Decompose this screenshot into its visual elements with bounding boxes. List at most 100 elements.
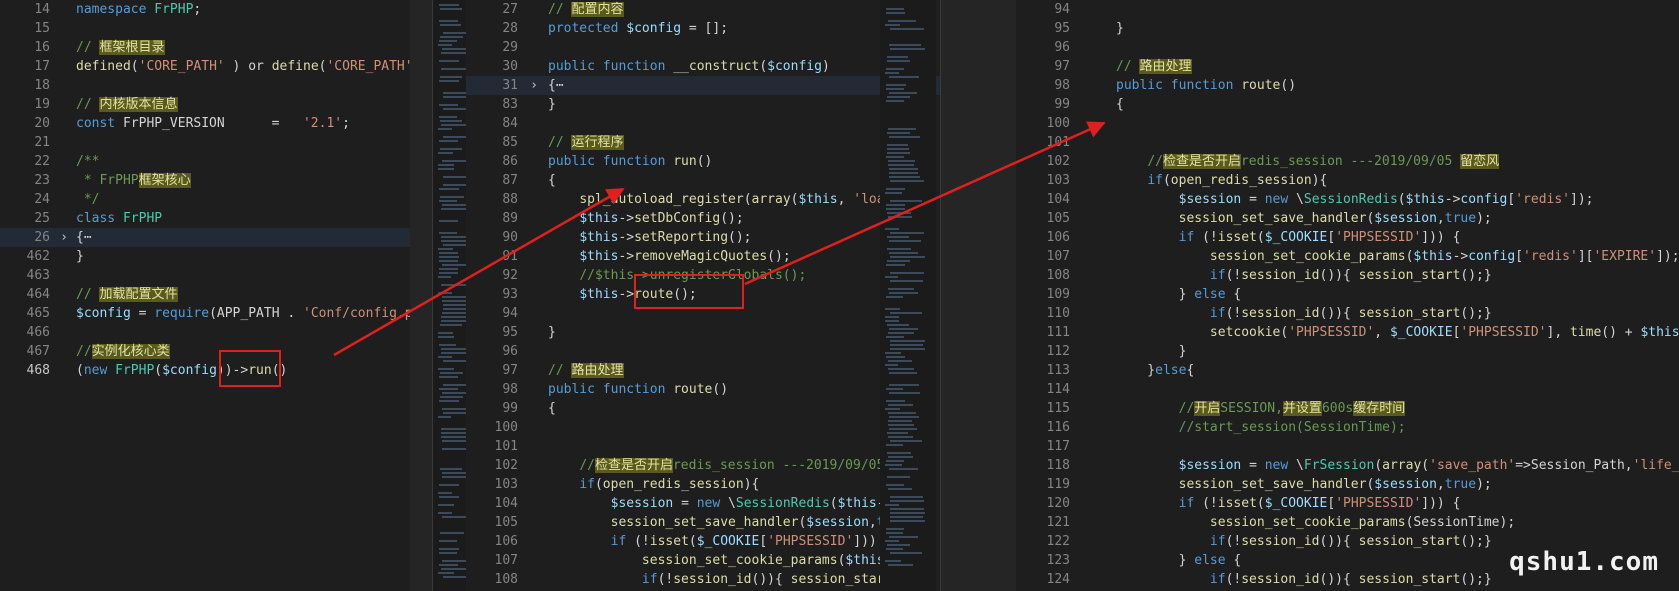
code-line[interactable]: 109 } else {: [1016, 285, 1679, 304]
code-line[interactable]: 467 //实例化核心类: [0, 342, 410, 361]
code-line[interactable]: 105 session_set_save_handler($session,tr…: [1016, 209, 1679, 228]
code-line[interactable]: 98 public function route(): [466, 380, 940, 399]
code-line[interactable]: 466: [0, 323, 410, 342]
code-line[interactable]: 89 $this->setDbConfig();: [466, 209, 940, 228]
code-line[interactable]: 91 $this->removeMagicQuotes();: [466, 247, 940, 266]
code-line[interactable]: 23 * FrPHP框架核心: [0, 171, 410, 190]
code-line[interactable]: 121 session_set_cookie_params(SessionTim…: [1016, 513, 1679, 532]
code-text: spl_autoload_register(array($this, 'load…: [579, 192, 923, 207]
code-line[interactable]: 468 (new FrPHP($config))->run(): [0, 361, 410, 380]
code-text: $session = new \FrSession(array('save_pa…: [1178, 458, 1679, 473]
code-line[interactable]: 115 //开启SESSION,并设置600s缓存时间: [1016, 399, 1679, 418]
code-line[interactable]: 90 $this->setReporting();: [466, 228, 940, 247]
code-line[interactable]: 94: [1016, 0, 1679, 19]
code-line[interactable]: 28 protected $config = [];: [466, 19, 940, 38]
code-line[interactable]: 102 //检查是否开启redis_session ---2019/09/05 …: [466, 456, 940, 475]
editor-pane-index[interactable]: 14 namespace FrPHP; 15 16 // 框架根目录 17 defined…: [0, 0, 410, 591]
code-line[interactable]: 88 spl_autoload_register(array($this, 'l…: [466, 190, 940, 209]
line-number: 120: [1046, 496, 1070, 511]
code-line[interactable]: 83}: [466, 95, 940, 114]
editor-pane-route[interactable]: 94 95} 96 97 // 路由处理 98 public function route(…: [1016, 0, 1679, 591]
code-line[interactable]: 27 // 配置内容: [466, 0, 940, 19]
line-number: 100: [494, 420, 518, 435]
code-line[interactable]: 100: [1016, 114, 1679, 133]
line-number: 92: [502, 268, 518, 283]
code-line[interactable]: 464 // 加载配置文件: [0, 285, 410, 304]
code-line[interactable]: 30 public function __construct($config): [466, 57, 940, 76]
code-line[interactable]: 94: [466, 304, 940, 323]
code-line[interactable]: 95}: [466, 323, 940, 342]
code-line[interactable]: 104 $session = new \SessionRedis($this->…: [466, 494, 940, 513]
code-line[interactable]: 92 //$this->unregisterGlobals();: [466, 266, 940, 285]
code-line[interactable]: 101: [466, 437, 940, 456]
code-line[interactable]: 118 $session = new \FrSession(array('sav…: [1016, 456, 1679, 475]
code-line[interactable]: 100: [466, 418, 940, 437]
code-line[interactable]: 104 $session = new \SessionRedis($this->…: [1016, 190, 1679, 209]
code-line[interactable]: 25 class FrPHP: [0, 209, 410, 228]
code-line[interactable]: 465 $config = require(APP_PATH . 'Conf/co…: [0, 304, 410, 323]
scrollbar-pane-2[interactable]: [941, 0, 1016, 591]
code-line[interactable]: 86 public function run(): [466, 152, 940, 171]
fold-chevron-icon[interactable]: ›: [526, 76, 542, 95]
code-line[interactable]: 19 // 内核版本信息: [0, 95, 410, 114]
code-line[interactable]: 108 if(!session_id()){ session_start();}: [1016, 266, 1679, 285]
scrollbar-pane-1[interactable]: [410, 0, 432, 591]
code-line[interactable]: 112 }: [1016, 342, 1679, 361]
line-number: 465: [26, 306, 50, 321]
code-line[interactable]: 462}: [0, 247, 410, 266]
code-line[interactable]: 93 $this->route();: [466, 285, 940, 304]
code-line[interactable]: 96: [1016, 38, 1679, 57]
code-line[interactable]: 101: [1016, 133, 1679, 152]
code-line[interactable]: 103 if(open_redis_session){: [466, 475, 940, 494]
code-line[interactable]: 107 session_set_cookie_params($this->con: [466, 551, 940, 570]
code-line[interactable]: 87 {: [466, 171, 940, 190]
fold-chevron-icon[interactable]: ›: [56, 228, 72, 247]
code-line[interactable]: 16 // 框架根目录: [0, 38, 410, 57]
code-line[interactable]: 119 session_set_save_handler($session,tr…: [1016, 475, 1679, 494]
code-line[interactable]: 106 if (!isset($_COOKIE['PHPSESSID'])) {: [1016, 228, 1679, 247]
code-line[interactable]: 102 //检查是否开启redis_session ---2019/09/05 …: [1016, 152, 1679, 171]
code-line[interactable]: 99 {: [1016, 95, 1679, 114]
code-line[interactable]: 463: [0, 266, 410, 285]
code-line[interactable]: 20 const FrPHP_VERSION = '2.1';: [0, 114, 410, 133]
line-number: 19: [34, 97, 50, 112]
code-line[interactable]: 15: [0, 19, 410, 38]
code-line[interactable]: 103 if(open_redis_session){: [1016, 171, 1679, 190]
code-line[interactable]: 85 // 运行程序: [466, 133, 940, 152]
minimap-pane-1[interactable]: [433, 0, 466, 591]
code-line[interactable]: 110 if(!session_id()){ session_start();}: [1016, 304, 1679, 323]
code-line[interactable]: 108 if(!session_id()){ session_start();}: [466, 570, 940, 589]
code-text: $session = new \SessionRedis($this->conf…: [610, 496, 932, 511]
code-line[interactable]: 113 }else{: [1016, 361, 1679, 380]
code-line[interactable]: 114: [1016, 380, 1679, 399]
minimap-pane-2[interactable]: [880, 0, 936, 591]
code-line[interactable]: 95}: [1016, 19, 1679, 38]
code-line[interactable]: 24 */: [0, 190, 410, 209]
code-line[interactable]: 17 defined('CORE_PATH' ) or define('CORE_…: [0, 57, 410, 76]
code-line[interactable]: 98 public function route(): [1016, 76, 1679, 95]
code-line[interactable]: 26 › {⋯: [0, 228, 410, 247]
code-line[interactable]: 99 {: [466, 399, 940, 418]
code-line[interactable]: 21: [0, 133, 410, 152]
code-line[interactable]: 31 › {⋯: [466, 76, 940, 95]
line-number: 102: [1046, 154, 1070, 169]
editor-pane-frphp-class[interactable]: 27 // 配置内容 28 protected $config = []; 29 30 pu…: [466, 0, 940, 591]
code-line[interactable]: 106 if (!isset($_COOKIE['PHPSESSID'])) {: [466, 532, 940, 551]
code-line[interactable]: 111 setcookie('PHPSESSID', $_COOKIE['PHP…: [1016, 323, 1679, 342]
code-line[interactable]: 97 // 路由处理: [1016, 57, 1679, 76]
code-line[interactable]: 18: [0, 76, 410, 95]
code-line[interactable]: 105 session_set_save_handler($session,tr…: [466, 513, 940, 532]
code-line[interactable]: 96: [466, 342, 940, 361]
code-line[interactable]: 97 // 路由处理: [466, 361, 940, 380]
code-line[interactable]: 14 namespace FrPHP;: [0, 0, 410, 19]
code-line[interactable]: 116 //start_session(SessionTime);: [1016, 418, 1679, 437]
code-line[interactable]: 120 if (!isset($_COOKIE['PHPSESSID'])) {: [1016, 494, 1679, 513]
line-number: 115: [1046, 401, 1070, 416]
line-number: 29: [502, 40, 518, 55]
code-line[interactable]: 107 session_set_cookie_params($this->con…: [1016, 247, 1679, 266]
line-number: 112: [1046, 344, 1070, 359]
code-line[interactable]: 117: [1016, 437, 1679, 456]
code-line[interactable]: 84: [466, 114, 940, 133]
code-line[interactable]: 29: [466, 38, 940, 57]
code-line[interactable]: 22 /**: [0, 152, 410, 171]
